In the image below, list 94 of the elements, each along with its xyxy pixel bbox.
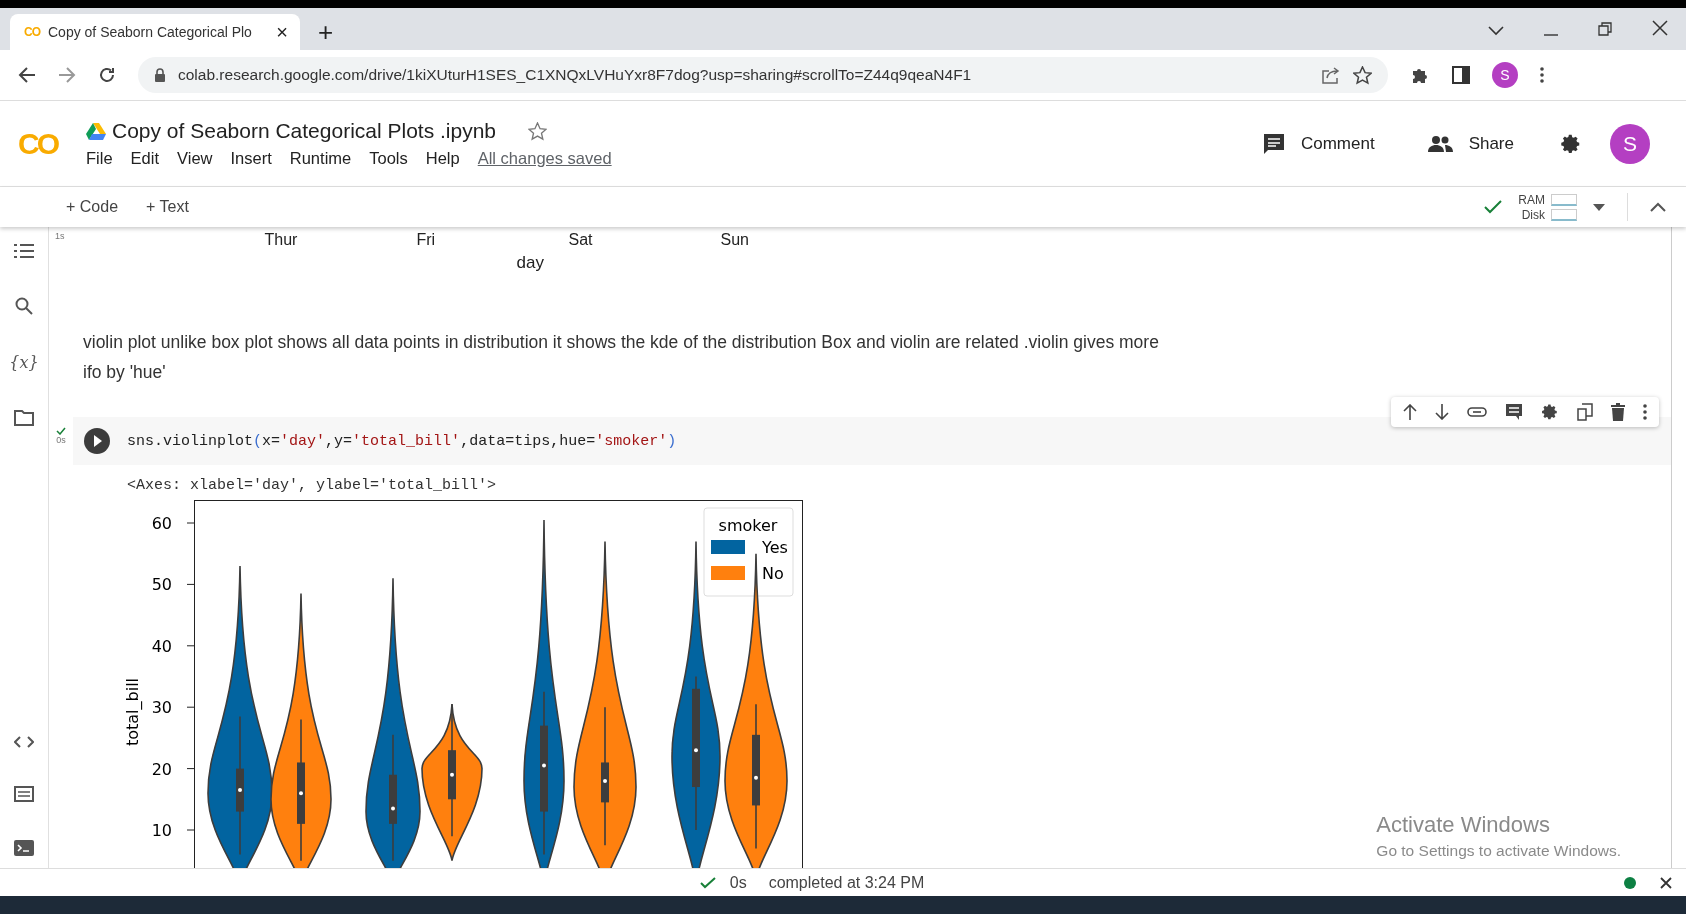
y-tick-label: 50 [151, 575, 172, 595]
comment-icon[interactable] [1505, 403, 1523, 421]
x-axis-label: day [516, 253, 545, 273]
menu-item[interactable]: Runtime [289, 149, 352, 168]
legend-label: Yes [762, 538, 788, 557]
table-of-contents-icon[interactable] [14, 243, 34, 259]
y-tick-mark [186, 522, 195, 524]
colab-logo-icon: CO [24, 25, 40, 39]
x-tick-label: Thur [264, 231, 299, 249]
y-tick-mark [186, 829, 195, 831]
run-time-label: 0s [56, 435, 66, 445]
menu-item[interactable]: Tools [369, 149, 408, 168]
status-duration: 0s [729, 873, 747, 892]
menu-item[interactable]: File [86, 149, 113, 168]
search-icon[interactable] [15, 297, 33, 315]
star-icon[interactable] [528, 121, 548, 141]
y-tick-label: 60 [151, 514, 172, 533]
add-code-button[interactable]: + Code [60, 197, 125, 217]
back-arrow-icon[interactable] [18, 66, 36, 84]
comment-icon [1262, 132, 1285, 155]
legend-label: No [762, 564, 784, 583]
y-tick-mark [186, 706, 195, 708]
tab-title[interactable]: Copy of Seaborn Categorical Plo [48, 24, 267, 40]
more-options-icon[interactable] [1643, 404, 1647, 420]
menu-item[interactable]: Edit [130, 149, 160, 168]
ram-meter [1551, 193, 1577, 206]
terminal-icon[interactable] [14, 840, 34, 856]
status-check-icon [699, 876, 716, 889]
y-tick-mark [186, 583, 195, 585]
close-icon[interactable] [1660, 876, 1672, 889]
lock-icon [154, 67, 166, 83]
settings-icon[interactable] [1560, 132, 1582, 155]
run-time-label: 1s [55, 231, 65, 243]
save-status-link[interactable]: All changes saved [477, 149, 612, 168]
x-tick-label: Fri [416, 231, 437, 249]
x-tick-label: Sat [568, 231, 594, 249]
mirror-cell-icon[interactable] [1577, 403, 1593, 421]
collapse-chevron-icon[interactable] [1650, 202, 1666, 212]
ram-label: RAM [1518, 192, 1545, 207]
kebab-menu-icon[interactable] [1540, 67, 1544, 83]
code-brackets-icon[interactable] [14, 736, 34, 748]
activation-notice-text: Go to Settings to activate Windows. [1376, 842, 1621, 860]
restore-icon[interactable] [1598, 22, 1612, 36]
menu-item[interactable]: Help [425, 149, 460, 168]
url-text: colab.research.google.com/drive/1kiXUturH1SES_C1XNQxLVHuYxr8F7dog?usp=sharing#scrollTo=Z44q9qeaN4F1 [178, 66, 972, 84]
y-tick-mark [186, 645, 195, 647]
y-tick-mark [186, 768, 195, 770]
y-tick-label: 30 [151, 698, 172, 718]
forward-arrow-icon[interactable] [58, 66, 76, 84]
run-cell-button[interactable] [83, 427, 111, 455]
disk-meter [1551, 208, 1577, 221]
menu-item[interactable]: View [177, 149, 213, 168]
comment-button[interactable]: Comment [1256, 131, 1381, 156]
y-tick-label: 40 [151, 636, 172, 656]
connection-dot-icon [1624, 876, 1636, 889]
y-tick-label: 20 [151, 759, 172, 779]
user-avatar[interactable]: S [1610, 123, 1650, 164]
variables-button[interactable]: {x} [9, 353, 39, 372]
reload-icon[interactable] [98, 66, 116, 84]
people-icon [1426, 135, 1453, 152]
dropdown-caret-icon[interactable] [1593, 203, 1605, 211]
close-icon[interactable] [1652, 20, 1668, 36]
folder-icon[interactable] [14, 410, 34, 426]
link-icon[interactable] [1467, 407, 1487, 417]
y-tick-label: 10 [151, 821, 172, 840]
settings-icon[interactable] [1541, 403, 1559, 421]
arrow-down-icon[interactable] [1435, 404, 1449, 420]
address-bar[interactable]: colab.research.google.com/drive/1kiXUturH1SES_C1XNQxLVHuYxr8F7dog?usp=sharing#scrollTo=Z44q9qeaN4F1 [138, 57, 1388, 93]
legend-title: smoker [718, 516, 778, 535]
trash-icon[interactable] [1611, 403, 1625, 421]
success-check-icon [56, 427, 66, 435]
menu-item[interactable]: Insert [230, 149, 272, 168]
x-tick-label: Sun [720, 231, 750, 249]
status-message: completed at 3:24 PM [768, 873, 925, 892]
chevron-down-icon[interactable] [1488, 26, 1504, 36]
markdown-text: violin plot unlike box plot shows all data points in distribution it shows the kde of the distribution Box and violin are related .violin gives more ifo by 'hue' [83, 331, 1160, 384]
disk-label: Disk [1520, 207, 1545, 222]
snippet-list-icon[interactable] [14, 786, 34, 802]
profile-avatar[interactable]: S [1492, 62, 1518, 88]
share-button[interactable]: Share [1420, 132, 1520, 155]
tab-close-button[interactable]: × [274, 20, 290, 44]
star-icon[interactable] [1353, 65, 1372, 85]
connected-check-icon [1484, 200, 1503, 214]
code-line[interactable]: sns.violinplot(x='day',y='total_bill',data=tips,hue='smoker') [127, 432, 677, 450]
notebook-title[interactable]: Copy of Seaborn Categorical Plots .ipynb [112, 119, 497, 143]
activation-notice-title: Activate Windows [1376, 812, 1551, 838]
add-text-button[interactable]: + Text [140, 197, 195, 217]
output-text: <Axes: xlabel='day', ylabel='total_bill'> [127, 477, 498, 494]
arrow-up-icon[interactable] [1403, 404, 1417, 420]
share-icon[interactable] [1321, 66, 1341, 84]
new-tab-button[interactable]: + [312, 14, 340, 50]
side-panel-icon[interactable] [1452, 66, 1470, 84]
drive-icon [86, 122, 106, 140]
y-axis-label: total_bill [124, 677, 142, 747]
